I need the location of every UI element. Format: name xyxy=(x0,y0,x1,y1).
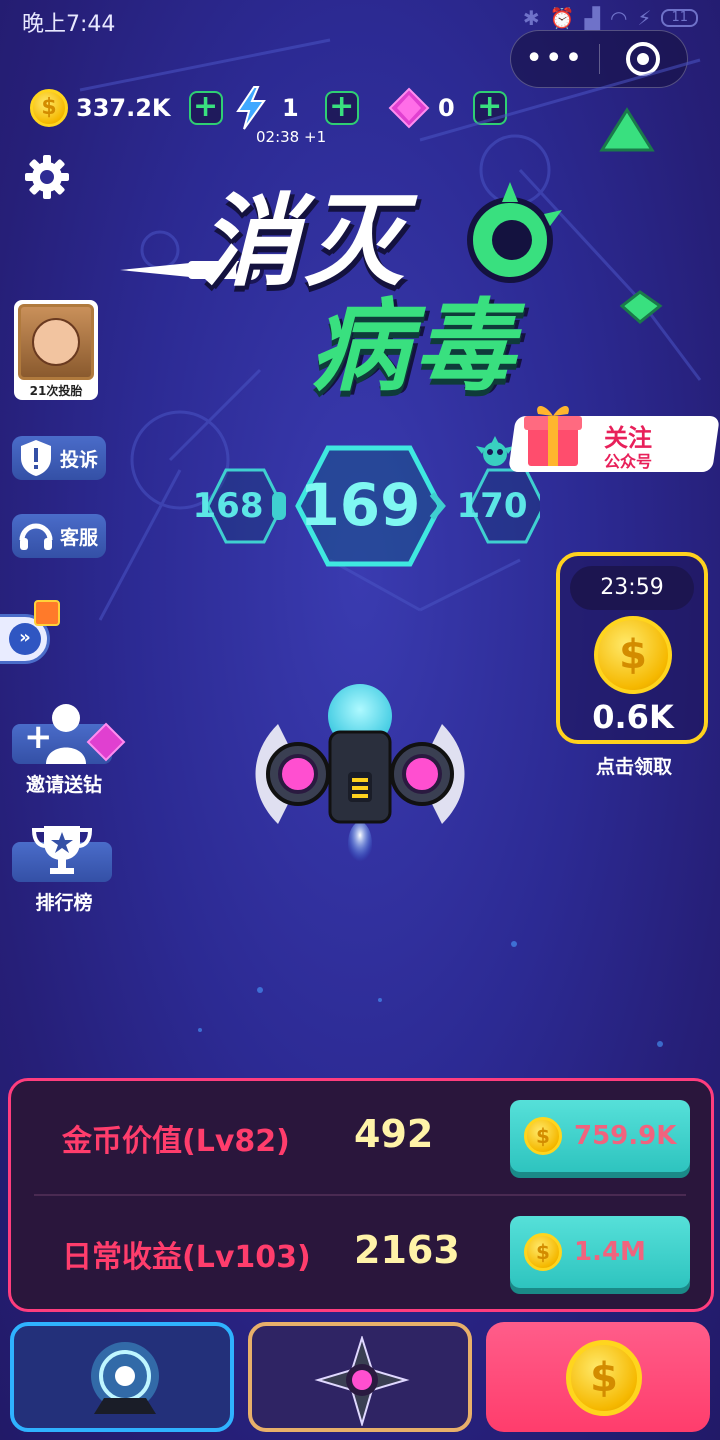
player-spaceship[interactable] xyxy=(248,684,472,864)
avatar xyxy=(18,304,94,380)
complain-label: 投诉 xyxy=(60,448,99,471)
claim-reward-button[interactable]: 点击领取 xyxy=(556,752,712,779)
complain-button[interactable]: 投诉 xyxy=(12,436,107,480)
double-chevron-right-icon: » xyxy=(9,623,41,655)
coin-value-label: 金币价值(Lv82) xyxy=(62,1124,290,1159)
reward-countdown: 23:59 xyxy=(570,566,694,610)
coin-icon: $ xyxy=(524,1117,562,1155)
baby-face-icon xyxy=(32,318,80,366)
tab-shuriken-weapon[interactable] xyxy=(248,1322,472,1432)
coin-icon: $ xyxy=(594,616,672,694)
previous-level: 168 xyxy=(192,486,264,526)
gift-icon xyxy=(34,600,60,626)
shuriken-icon xyxy=(314,1336,410,1426)
leaderboard-button[interactable]: 排行榜 xyxy=(12,824,116,915)
customer-service-label: 客服 xyxy=(60,526,99,549)
reincarnation-avatar-button[interactable]: 21次投胎 xyxy=(14,300,98,400)
coin-value-amount: 492 xyxy=(354,1112,434,1156)
upgrade-cost: 1.4M xyxy=(574,1237,646,1267)
invite-friends-button[interactable]: + 邀请送钻 xyxy=(12,704,126,797)
daily-income-label: 日常收益(Lv103) xyxy=(62,1240,311,1275)
coin-icon: $ xyxy=(566,1340,642,1416)
shield-alert-icon xyxy=(12,436,60,480)
energy-orb-icon xyxy=(91,1342,159,1414)
reward-amount: 0.6K xyxy=(592,698,674,736)
diamond-icon xyxy=(86,722,126,762)
daily-income-amount: 2163 xyxy=(354,1228,460,1272)
upgrade-daily-income-button[interactable]: $ 1.4M xyxy=(510,1216,690,1288)
current-level: 169 xyxy=(299,471,421,539)
customer-service-button[interactable]: 客服 xyxy=(12,514,107,558)
svg-text:+: + xyxy=(24,717,53,757)
invite-icon-box: + xyxy=(12,704,126,764)
invite-label: 邀请送钻 xyxy=(25,774,102,796)
coin-icon: $ xyxy=(524,1233,562,1271)
follow-label-line2: 公众号 xyxy=(604,452,653,471)
next-level: 170 xyxy=(456,486,528,526)
game-title-logo: 消灭 病毒 xyxy=(110,160,610,405)
leaderboard-icon-box xyxy=(12,826,112,882)
virus-icon xyxy=(467,182,562,283)
avatar-label: 21次投胎 xyxy=(29,384,83,398)
trophy-icon xyxy=(31,826,93,874)
upgrade-cost: 759.9K xyxy=(574,1121,677,1151)
gift-box-icon xyxy=(524,406,582,466)
leaderboard-label: 排行榜 xyxy=(35,892,93,914)
add-user-icon: + xyxy=(24,704,126,764)
panel-divider xyxy=(34,1194,686,1196)
upgrade-coin-value-button[interactable]: $ 759.9K xyxy=(510,1100,690,1172)
tab-shield-turret[interactable] xyxy=(10,1322,234,1432)
virus-fragment-icon xyxy=(599,107,655,152)
headset-icon xyxy=(12,514,60,558)
